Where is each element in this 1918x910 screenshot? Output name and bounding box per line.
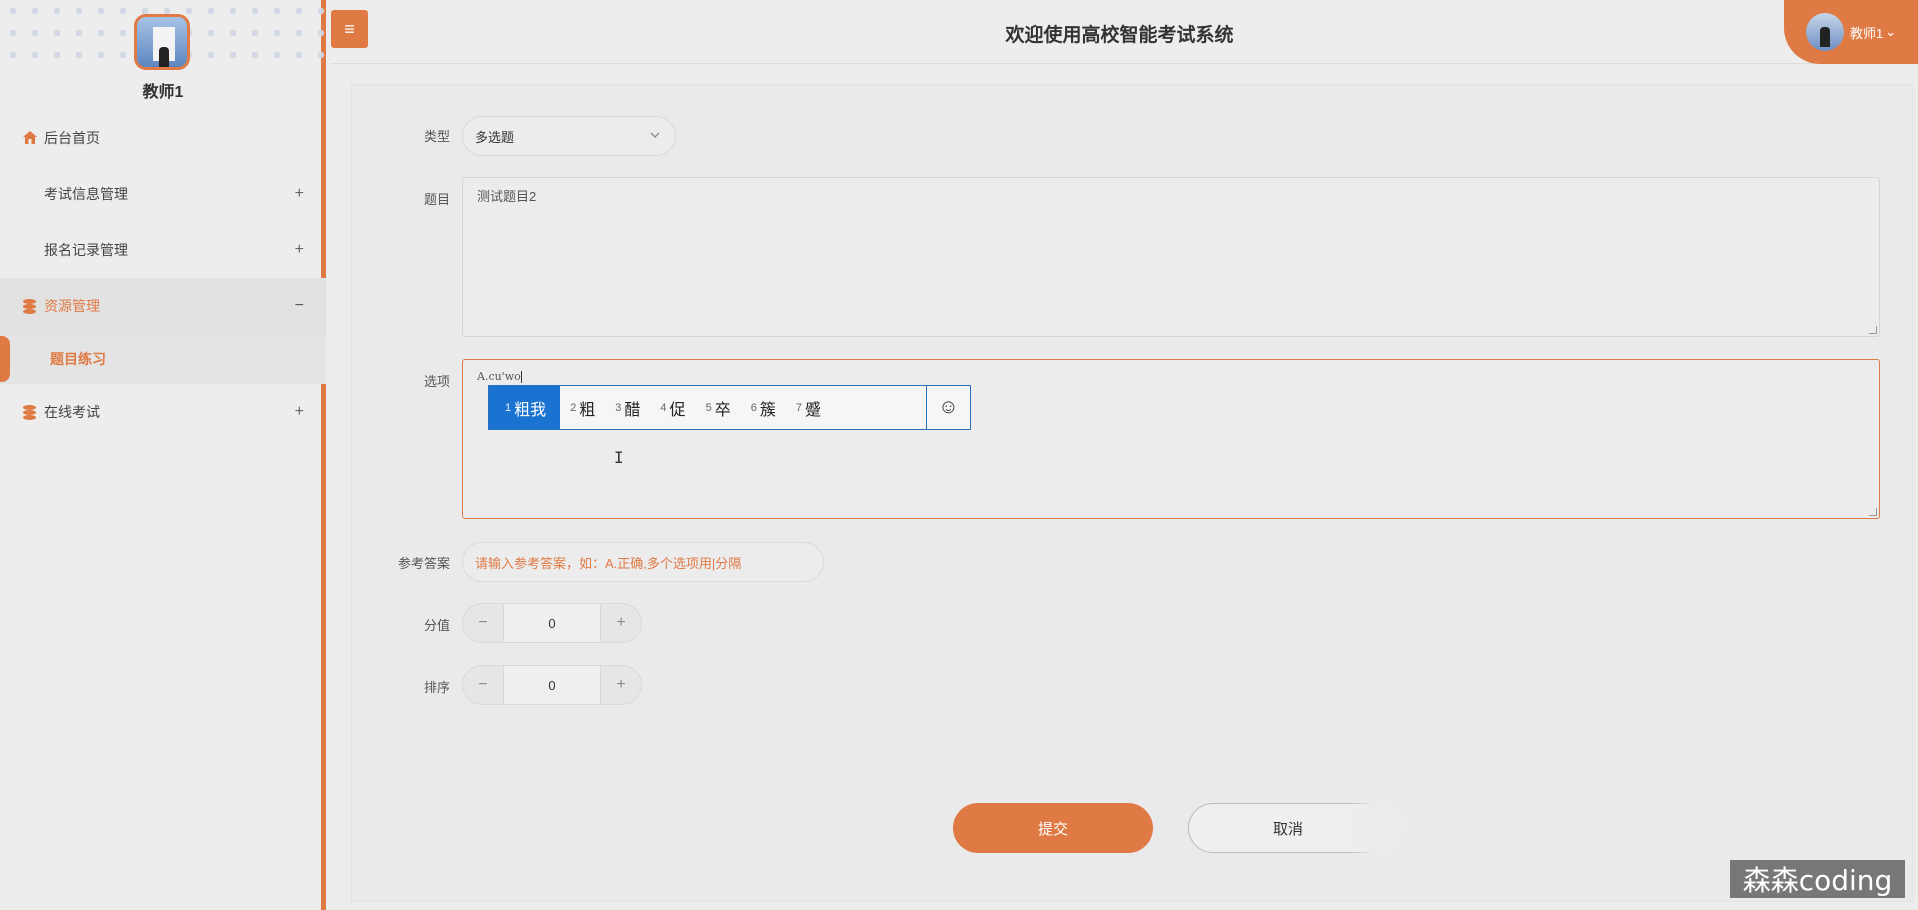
database-icon [22, 404, 38, 420]
score-stepper[interactable]: − 0 + [462, 603, 642, 643]
answer-placeholder: 请输入参考答案，如：A.正确,多个选项用|分隔 [475, 555, 742, 571]
sort-label: 排序 [423, 680, 450, 695]
watermark: 森森coding [1730, 860, 1905, 898]
expand-icon[interactable]: + [295, 403, 304, 421]
sidebar: 教师1 后台首页 考试信息管理 + 报名记录管理 + 资源管理 − 题目练习 在… [0, 0, 326, 910]
resize-handle[interactable] [1869, 326, 1877, 334]
increment-button[interactable]: + [601, 604, 641, 642]
user-menu[interactable]: 教师1 ⌄ [1784, 0, 1918, 64]
ime-candidate[interactable]: 5卒 [696, 386, 741, 429]
page-title: 欢迎使用高校智能考试系统 [1005, 25, 1234, 46]
options-label: 选项 [423, 374, 450, 389]
question-label: 题目 [423, 192, 450, 207]
collapse-icon[interactable]: − [295, 297, 304, 315]
decrement-button[interactable]: − [463, 666, 503, 704]
user-name: 教师1 [1850, 25, 1884, 41]
sidebar-subitem-label: 题目练习 [50, 351, 106, 367]
ime-candidate[interactable]: 7蹙 [786, 386, 831, 429]
user-avatar [134, 14, 190, 70]
active-marker [0, 336, 10, 382]
sidebar-subitem-question-practice[interactable]: 题目练习 [0, 334, 326, 384]
database-icon [22, 298, 38, 314]
increment-button[interactable]: + [601, 666, 641, 704]
chevron-down-icon: ⌄ [1885, 24, 1897, 39]
ime-candidate[interactable]: 1 粗我 [489, 386, 561, 429]
sort-stepper[interactable]: − 0 + [462, 665, 642, 705]
sidebar-item-resources[interactable]: 资源管理 − [0, 278, 326, 334]
question-textarea[interactable]: 测试题目2 [462, 177, 1880, 337]
sidebar-item-label: 后台首页 [44, 130, 100, 146]
ime-candidate[interactable]: 3醋 [605, 386, 650, 429]
sort-value[interactable]: 0 [503, 666, 601, 704]
decrement-button[interactable]: − [463, 604, 503, 642]
sidebar-item-label: 资源管理 [44, 298, 100, 314]
options-text: A.cu'wo [477, 370, 521, 383]
score-label: 分值 [423, 618, 450, 633]
grid-icon [22, 186, 38, 202]
grid-icon [22, 242, 38, 258]
ime-candidate[interactable]: 2粗 [560, 386, 605, 429]
ime-candidate[interactable]: 6簇 [741, 386, 786, 429]
sidebar-item-label: 考试信息管理 [44, 186, 128, 202]
ime-candidate-bar: 1 粗我 2粗 3醋 4促 5卒 6簇 7蹙 ☺ [488, 385, 971, 430]
answer-label: 参考答案 [397, 556, 450, 571]
type-label: 类型 [423, 129, 450, 144]
chevron-down-icon [649, 129, 661, 144]
text-cursor-icon: I [614, 448, 624, 467]
sidebar-item-label: 报名记录管理 [44, 242, 128, 258]
answer-input[interactable]: 请输入参考答案，如：A.正确,多个选项用|分隔 [462, 542, 824, 582]
sidebar-menu: 后台首页 考试信息管理 + 报名记录管理 + 资源管理 − 题目练习 在线考试 … [0, 110, 326, 440]
home-icon [22, 130, 38, 146]
type-select[interactable]: 多选题 [462, 116, 676, 156]
type-select-value: 多选题 [475, 129, 515, 145]
sidebar-item-label: 在线考试 [44, 404, 100, 420]
expand-icon[interactable]: + [295, 185, 304, 203]
sidebar-item-online-exam[interactable]: 在线考试 + [0, 384, 326, 440]
options-textarea[interactable]: A.cu'wo [462, 359, 1880, 519]
ime-candidate[interactable]: 4促 [650, 386, 695, 429]
sidebar-item-home[interactable]: 后台首页 [0, 110, 326, 166]
question-text: 测试题目2 [477, 189, 537, 204]
resize-handle[interactable] [1869, 508, 1877, 516]
score-value[interactable]: 0 [503, 604, 601, 642]
sidebar-item-exam-info[interactable]: 考试信息管理 + [0, 166, 326, 222]
sidebar-item-registration[interactable]: 报名记录管理 + [0, 222, 326, 278]
emoji-icon[interactable]: ☺ [926, 386, 970, 429]
fade-overlay [1343, 790, 1413, 866]
sidebar-username: 教师1 [142, 84, 184, 101]
avatar [1806, 13, 1844, 51]
expand-icon[interactable]: + [295, 241, 304, 259]
submit-button[interactable]: 提交 [953, 803, 1153, 853]
top-header: ≡ 欢迎使用高校智能考试系统 教师1 ⌄ [331, 0, 1918, 64]
